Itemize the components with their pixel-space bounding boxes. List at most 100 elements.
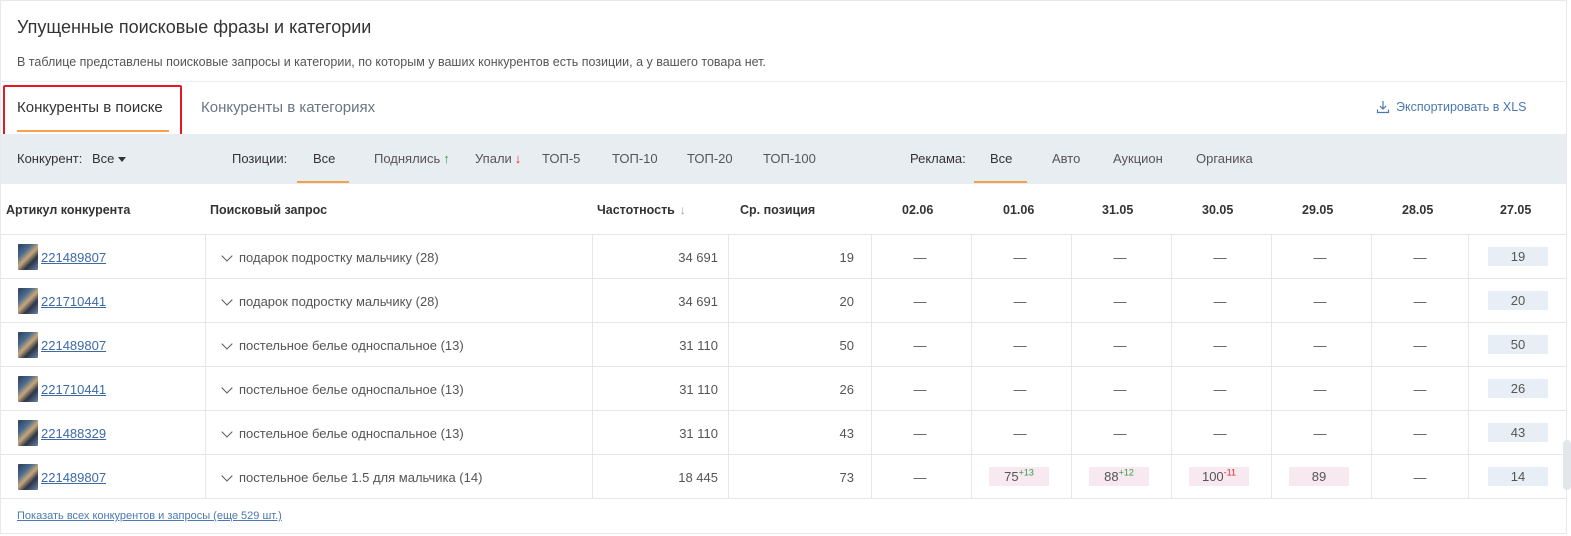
position-value: — — [1113, 250, 1127, 265]
position-badge: 75+13 — [989, 467, 1049, 486]
chevron-down-icon — [221, 469, 233, 482]
column-divider — [1271, 367, 1272, 411]
column-divider — [871, 455, 872, 499]
product-thumbnail[interactable] — [18, 420, 38, 446]
ads-filter-auction[interactable]: Аукцион — [1113, 151, 1163, 166]
column-divider — [1468, 279, 1469, 323]
position-value: — — [1313, 250, 1327, 265]
position-empty: — — [1190, 338, 1250, 353]
position-value: — — [1413, 338, 1427, 353]
article-link[interactable]: 221488329 — [41, 426, 106, 441]
column-divider — [728, 279, 729, 323]
positions-label: Позиции: — [232, 151, 288, 166]
col-date-0206: 02.06 — [902, 203, 934, 217]
column-divider — [1371, 323, 1372, 367]
position-delta: +12 — [1118, 467, 1134, 478]
avg-position-value: 20 — [839, 294, 854, 309]
position-empty: — — [990, 382, 1050, 397]
chevron-down-icon — [221, 381, 233, 394]
position-value: — — [1213, 338, 1227, 353]
query-toggle[interactable]: подарок подростку мальчику (28) — [220, 293, 439, 309]
article-link[interactable]: 221489807 — [41, 338, 106, 353]
scrollbar-thumb[interactable] — [1563, 440, 1571, 490]
position-badge: 43 — [1488, 423, 1548, 442]
caret-down-icon — [118, 157, 127, 163]
position-badge: 50 — [1488, 335, 1548, 354]
column-divider — [205, 411, 206, 455]
column-divider — [592, 279, 593, 323]
product-thumbnail[interactable] — [18, 288, 38, 314]
position-empty: — — [1190, 250, 1250, 265]
competitor-filter-value: Все — [92, 151, 115, 166]
position-value: 75 — [1004, 469, 1019, 484]
positions-filter-top10[interactable]: ТОП-10 — [612, 151, 658, 166]
query-toggle[interactable]: постельное белье односпальное (13) — [220, 425, 464, 441]
position-value: — — [1013, 382, 1027, 397]
article-link[interactable]: 221710441 — [41, 294, 106, 309]
col-date-3105: 31.05 — [1102, 203, 1134, 217]
column-divider — [205, 455, 206, 499]
position-value: — — [913, 382, 927, 397]
ads-filter-all[interactable]: Все — [990, 151, 1012, 166]
position-value: 43 — [1510, 425, 1526, 440]
position-value: — — [1313, 426, 1327, 441]
query-toggle[interactable]: подарок подростку мальчику (28) — [220, 249, 439, 265]
column-divider — [1271, 411, 1272, 455]
frequency-value: 31 110 — [679, 382, 718, 397]
position-empty: — — [1290, 294, 1350, 309]
product-thumbnail[interactable] — [18, 376, 38, 402]
column-divider — [728, 235, 729, 279]
column-divider — [592, 367, 593, 411]
ads-filter-organic[interactable]: Органика — [1196, 151, 1253, 166]
positions-filter-all[interactable]: Все — [313, 151, 335, 166]
position-delta: +13 — [1018, 467, 1034, 478]
positions-filter-top20[interactable]: ТОП-20 — [687, 151, 733, 166]
query-text: постельное белье односпальное (13) — [239, 426, 464, 441]
positions-filter-down[interactable]: Упали ↓ — [475, 151, 521, 166]
positions-filter-top100[interactable]: ТОП-100 — [763, 151, 816, 166]
col-frequency-label: Частотность — [597, 203, 675, 217]
table-header: Артикул конкурента Поисковый запрос Част… — [1, 184, 1566, 235]
position-value: 100 — [1201, 469, 1224, 484]
col-date-2705: 27.05 — [1500, 203, 1532, 217]
export-xls-button[interactable]: Экспортировать в XLS — [1376, 100, 1526, 114]
column-divider — [1071, 367, 1072, 411]
col-article: Артикул конкурента — [6, 203, 131, 217]
show-all-link[interactable]: Показать всех конкурентов и запросы (еще… — [17, 510, 282, 522]
tab-competitors-in-categories[interactable]: Конкуренты в категориях — [201, 99, 375, 116]
avg-position-value: 73 — [839, 470, 854, 485]
article-link[interactable]: 221489807 — [41, 470, 106, 485]
column-divider — [971, 235, 972, 279]
positions-filter-top5[interactable]: ТОП-5 — [542, 151, 580, 166]
product-thumbnail[interactable] — [18, 244, 38, 270]
col-frequency[interactable]: Частотность ↓ — [597, 203, 686, 217]
column-divider — [1371, 235, 1372, 279]
column-divider — [1071, 455, 1072, 499]
column-divider — [1468, 367, 1469, 411]
competitor-filter[interactable]: Конкурент: Все — [17, 151, 127, 166]
query-toggle[interactable]: постельное белье односпальное (13) — [220, 381, 464, 397]
article-link[interactable]: 221710441 — [41, 382, 106, 397]
query-toggle[interactable]: постельное белье 1.5 для мальчика (14) — [220, 469, 482, 485]
ads-filter-auto[interactable]: Авто — [1052, 151, 1080, 166]
position-empty: — — [1190, 426, 1250, 441]
sort-arrow-icon: ↓ — [679, 203, 686, 217]
positions-filter-up[interactable]: Поднялись ↑ — [374, 151, 450, 166]
column-divider — [871, 411, 872, 455]
position-value: — — [1213, 426, 1227, 441]
position-empty: — — [890, 470, 950, 485]
column-divider — [592, 323, 593, 367]
chevron-down-icon — [221, 425, 233, 438]
article-link[interactable]: 221489807 — [41, 250, 106, 265]
product-thumbnail[interactable] — [18, 332, 38, 358]
position-empty: — — [990, 250, 1050, 265]
query-toggle[interactable]: постельное белье односпальное (13) — [220, 337, 464, 353]
position-badge: 14 — [1488, 467, 1548, 486]
product-thumbnail[interactable] — [18, 464, 38, 490]
position-value: — — [913, 338, 927, 353]
column-divider — [871, 323, 872, 367]
table-row: 221488329 постельное белье односпальное (… — [1, 411, 1566, 455]
position-value: 14 — [1510, 469, 1526, 484]
frequency-value: 34 691 — [678, 294, 718, 309]
avg-position-value: 26 — [839, 382, 854, 397]
